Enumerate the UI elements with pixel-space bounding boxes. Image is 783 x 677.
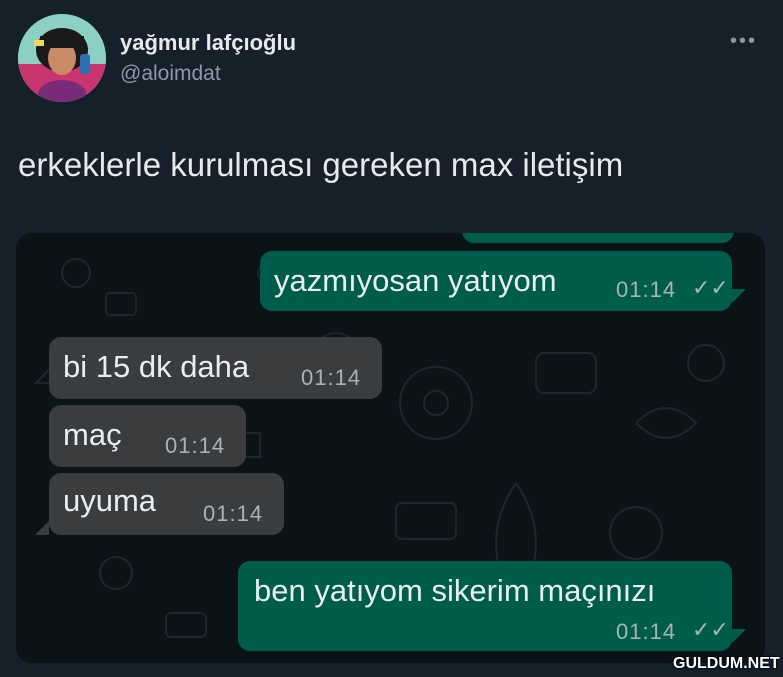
message-time: 01:14: [616, 619, 677, 644]
site-watermark: GULDUM.NET: [673, 655, 780, 672]
user-handle[interactable]: @aloimdat: [120, 62, 221, 86]
message-time: 01:14: [203, 501, 264, 526]
avatar[interactable]: [18, 14, 106, 102]
message-text: maç: [63, 417, 122, 452]
read-receipt-icon: ✓✓: [692, 275, 729, 300]
bubble-tail: [35, 521, 49, 535]
tweet-header: yağmur lafçıoğlu @aloimdat •••: [18, 14, 768, 104]
avatar-image: [18, 14, 106, 102]
message-bubble-incoming: bi 15 dk daha 01:14: [49, 337, 382, 399]
message-bubble-incoming: maç 01:14: [49, 405, 246, 467]
message-text: yazmıyosan yatıyom: [274, 263, 557, 298]
message-bubble-outgoing: ben yatıyom sikerim maçınızı 01:14 ✓✓: [238, 561, 732, 651]
message-bubble-partial: [462, 233, 734, 243]
message-bubble-outgoing: yazmıyosan yatıyom 01:14 ✓✓: [260, 251, 732, 311]
message-time: 01:14: [301, 365, 362, 390]
message-bubble-incoming: uyuma 01:14: [49, 473, 284, 535]
message-text: bi 15 dk daha: [63, 349, 250, 384]
tweet-text: erkeklerle kurulması gereken max iletişi…: [18, 146, 624, 183]
message-text: ben yatıyom sikerim maçınızı: [254, 573, 656, 608]
tweet-media-image[interactable]: yazmıyosan yatıyom 01:14 ✓✓ bi 15 dk dah…: [16, 233, 765, 663]
more-horizontal-icon[interactable]: •••: [730, 31, 762, 51]
display-name[interactable]: yağmur lafçıoğlu: [120, 30, 296, 56]
message-time: 01:14: [616, 277, 677, 302]
message-text: uyuma: [63, 483, 157, 518]
bubble-tail: [732, 629, 746, 643]
read-receipt-icon: ✓✓: [692, 617, 729, 642]
message-time: 01:14: [165, 433, 226, 458]
bubble-tail: [732, 289, 746, 303]
